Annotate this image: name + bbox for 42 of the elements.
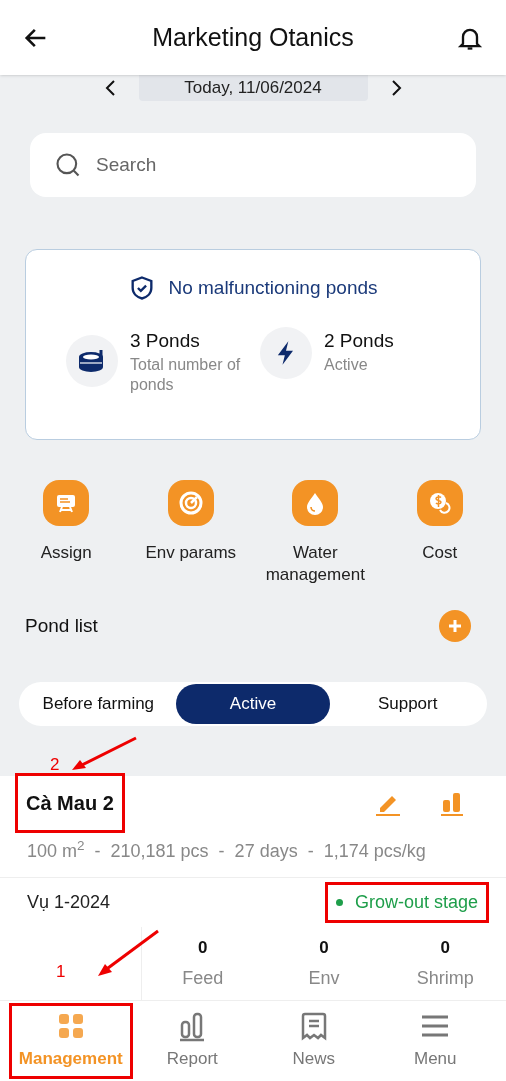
section-title: Pond list — [25, 613, 98, 638]
stat-caption: Total number of ponds — [130, 355, 242, 395]
annotation-number: 1 — [56, 963, 66, 980]
quick-action-button[interactable]: Assign — [4, 480, 129, 586]
quick-action-button[interactable]: Water management — [253, 480, 378, 586]
search-icon — [54, 151, 82, 179]
nav-tab[interactable]: Report — [133, 1006, 251, 1076]
nav-tab[interactable]: Menu — [376, 1006, 494, 1076]
stat-caption: Active — [324, 355, 369, 375]
annotation-arrow — [96, 929, 160, 977]
stat-value: 2 Ponds — [324, 328, 395, 353]
status-message: No malfunctioning ponds — [168, 276, 378, 300]
action-label: Water management — [264, 542, 366, 586]
metric-value: 0 — [319, 937, 329, 959]
pond-details: 100 m$^{2}$ - 210,181 pcs - 27 days - 1,174 pcs/kg — [27, 838, 426, 863]
next-date-button[interactable] — [391, 80, 402, 96]
action-label: Assign — [39, 542, 93, 564]
action-label: Cost — [421, 542, 459, 564]
nav-tab[interactable]: News — [255, 1006, 373, 1076]
quick-action-button[interactable]: Env params — [128, 480, 253, 586]
annotation-number: 2 — [50, 756, 60, 773]
date-selector[interactable]: Today, 11/06/2024 — [138, 75, 368, 101]
season-label: Vụ 1-2024 — [27, 891, 111, 914]
action-label: Env params — [144, 542, 238, 564]
pond-name: Cà Mau 2 — [18, 776, 122, 830]
metric-value: 0 — [440, 937, 451, 959]
chevron-left-icon — [104, 80, 115, 96]
filter-tab[interactable]: Active — [175, 684, 331, 724]
metric-label: Env — [308, 966, 340, 990]
stat-value: 3 Ponds — [130, 328, 201, 353]
plus-icon — [447, 618, 463, 634]
search-field[interactable]: Search — [30, 133, 476, 197]
chevron-right-icon — [391, 80, 402, 96]
metric-value: 0 — [197, 937, 208, 959]
previous-date-button[interactable] — [104, 80, 115, 96]
filter-tab[interactable]: Before farming — [21, 684, 176, 724]
metric-label: Feed — [182, 966, 224, 990]
metric-label: Shrimp — [416, 966, 474, 990]
stage-label: Grow-out stage — [354, 891, 478, 914]
page-title: Marketing Otanics — [152, 21, 354, 53]
filter-tab[interactable]: Support — [330, 684, 485, 724]
quick-action-button[interactable]: Cost — [377, 480, 502, 586]
